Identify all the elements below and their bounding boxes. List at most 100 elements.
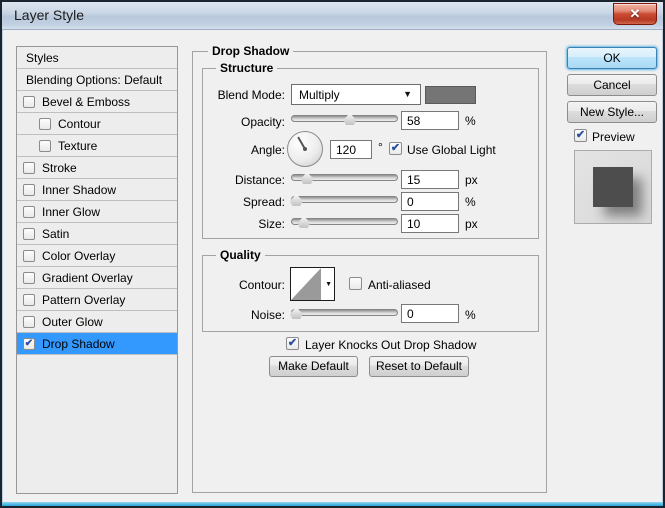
sidebar-item-label: Inner Shadow (42, 182, 117, 197)
sidebar-item-gradient-overlay[interactable]: Gradient Overlay (17, 267, 177, 289)
blend-mode-value: Multiply (299, 88, 340, 102)
ok-button[interactable]: OK (567, 47, 657, 69)
sidebar-item-label: Satin (42, 226, 70, 241)
quality-title: Quality (216, 248, 265, 262)
preview-shadow-square (593, 167, 633, 207)
sidebar-item-drop-shadow[interactable]: ✔ Drop Shadow (17, 333, 177, 355)
inner-shadow-checkbox[interactable] (23, 183, 35, 196)
window-left-edge (2, 30, 3, 506)
spread-slider-track[interactable] (291, 196, 398, 203)
make-default-button[interactable]: Make Default (269, 356, 358, 377)
sidebar-item-styles[interactable]: Styles (17, 47, 177, 69)
size-unit: px (465, 217, 478, 231)
sidebar-item-label: Drop Shadow (42, 336, 115, 351)
title-bar: Layer Style ✕ (2, 2, 663, 30)
sidebar-item-stroke[interactable]: Stroke (17, 157, 177, 179)
drop-shadow-checkbox[interactable]: ✔ (23, 337, 35, 350)
noise-slider-track[interactable] (291, 309, 398, 316)
angle-dial[interactable] (287, 131, 323, 167)
color-overlay-checkbox[interactable] (23, 249, 35, 262)
preview-label: Preview (592, 130, 635, 144)
contour-picker[interactable]: ▼ (290, 267, 335, 301)
blend-mode-label: Blend Mode: (217, 88, 285, 102)
inner-glow-checkbox[interactable] (23, 205, 35, 218)
sidebar-item-blending-options[interactable]: Blending Options: Default (17, 69, 177, 91)
sidebar-item-label: Contour (58, 116, 101, 131)
sidebar-item-pattern-overlay[interactable]: Pattern Overlay (17, 289, 177, 311)
shadow-color-swatch[interactable] (425, 86, 476, 104)
sidebar-item-label: Stroke (42, 160, 77, 175)
sidebar-item-label: Outer Glow (42, 314, 103, 329)
stroke-checkbox[interactable] (23, 161, 35, 174)
sidebar-item-bevel-emboss[interactable]: Bevel & Emboss (17, 91, 177, 113)
close-button[interactable]: ✕ (613, 3, 657, 25)
size-slider[interactable] (291, 215, 398, 228)
chevron-down-icon: ▼ (325, 281, 332, 288)
sidebar-item-label: Bevel & Emboss (42, 94, 131, 109)
sidebar-item-inner-shadow[interactable]: Inner Shadow (17, 179, 177, 201)
close-icon: ✕ (629, 6, 641, 21)
spread-slider[interactable] (289, 193, 398, 206)
styles-list: Styles Blending Options: Default Bevel &… (16, 46, 178, 494)
opacity-input[interactable] (401, 111, 459, 130)
preview-thumbnail (574, 150, 652, 224)
angle-label: Angle: (250, 143, 285, 157)
layer-knocks-out-label: Layer Knocks Out Drop Shadow (305, 338, 477, 352)
sidebar-item-satin[interactable]: Satin (17, 223, 177, 245)
spread-label: Spread: (242, 195, 285, 209)
angle-dial-center (303, 147, 307, 151)
window-right-edge (662, 30, 663, 506)
opacity-label: Opacity: (240, 115, 285, 129)
panel-title: Drop Shadow (208, 44, 294, 58)
dialog-title: Layer Style (14, 7, 85, 23)
outer-glow-checkbox[interactable] (23, 315, 35, 328)
sidebar-item-color-overlay[interactable]: Color Overlay (17, 245, 177, 267)
size-input[interactable] (401, 214, 459, 233)
use-global-light-label: Use Global Light (407, 143, 496, 157)
contour-label: Contour: (238, 278, 285, 292)
noise-input[interactable] (401, 304, 459, 323)
reset-to-default-button[interactable]: Reset to Default (369, 356, 469, 377)
distance-unit: px (465, 173, 478, 187)
distance-input[interactable] (401, 170, 459, 189)
blend-mode-select[interactable]: Multiply ▼ (291, 84, 421, 105)
noise-slider[interactable] (289, 306, 398, 319)
sidebar-item-contour[interactable]: Contour (17, 113, 177, 135)
anti-aliased-label: Anti-aliased (368, 278, 431, 292)
sidebar-item-label: Gradient Overlay (42, 270, 133, 285)
opacity-unit: % (465, 114, 476, 128)
angle-unit: ° (378, 140, 383, 154)
cancel-button[interactable]: Cancel (567, 74, 657, 96)
contour-thumbnail (291, 268, 321, 300)
preview-checkbox[interactable]: ✔ (574, 129, 587, 142)
pattern-overlay-checkbox[interactable] (23, 293, 35, 306)
texture-checkbox[interactable] (39, 139, 51, 152)
spread-input[interactable] (401, 192, 459, 211)
opacity-slider[interactable] (291, 112, 398, 125)
angle-input[interactable] (330, 140, 372, 159)
gradient-overlay-checkbox[interactable] (23, 271, 35, 284)
sidebar-item-label: Color Overlay (42, 248, 116, 263)
layer-style-dialog: Layer Style ✕ Styles Blending Options: D… (0, 0, 665, 508)
window-bottom-edge (2, 502, 663, 506)
spread-unit: % (465, 195, 476, 209)
bevel-emboss-checkbox[interactable] (23, 95, 35, 108)
satin-checkbox[interactable] (23, 227, 35, 240)
contour-checkbox[interactable] (39, 117, 51, 130)
noise-label: Noise: (250, 308, 285, 322)
sidebar-item-label: Blending Options: Default (26, 72, 163, 87)
sidebar-item-inner-glow[interactable]: Inner Glow (17, 201, 177, 223)
structure-title: Structure (216, 61, 278, 75)
distance-label: Distance: (234, 173, 285, 187)
chevron-down-icon: ▼ (403, 89, 412, 99)
distance-slider[interactable] (291, 171, 398, 184)
new-style-button[interactable]: New Style... (567, 101, 657, 123)
sidebar-item-label: Texture (58, 138, 98, 153)
noise-unit: % (465, 308, 476, 322)
sidebar-item-outer-glow[interactable]: Outer Glow (17, 311, 177, 333)
sidebar-item-label: Inner Glow (42, 204, 101, 219)
sidebar-item-label: Styles (26, 50, 59, 65)
sidebar-item-texture[interactable]: Texture (17, 135, 177, 157)
size-label: Size: (258, 217, 285, 231)
sidebar-item-label: Pattern Overlay (42, 292, 126, 307)
